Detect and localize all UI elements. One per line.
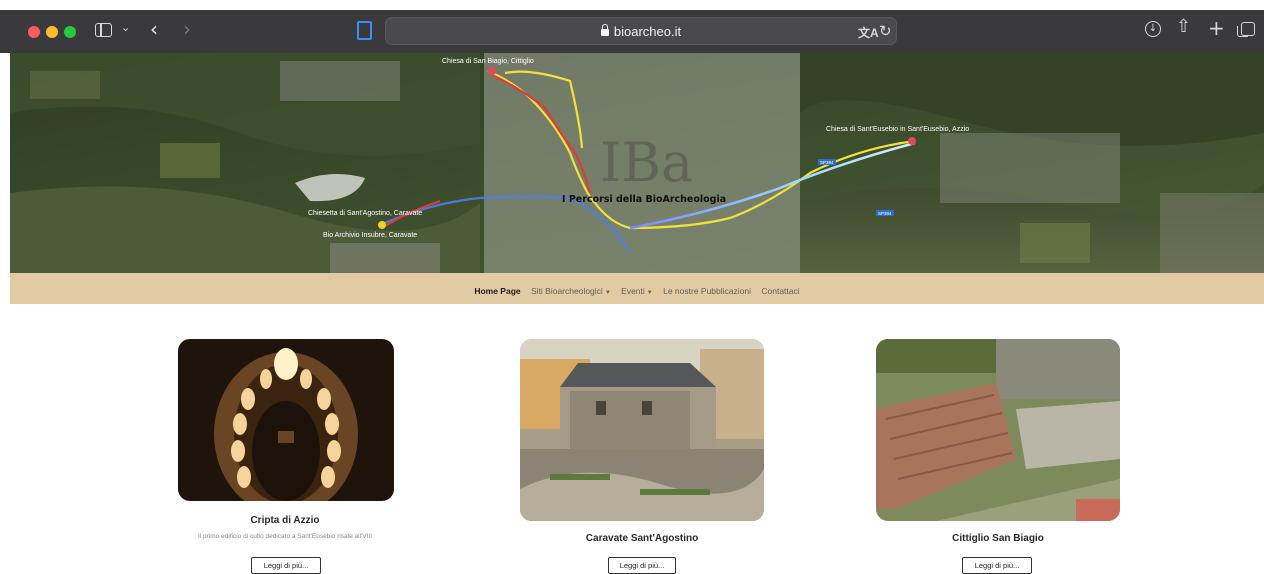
read-more-button[interactable]: Leggi di più... bbox=[251, 557, 321, 574]
card-title: Caravate Sant'Agostino bbox=[585, 533, 699, 544]
road-sign-sp394-a: SP394 bbox=[820, 160, 834, 165]
site-title: I Percorsi della BioArcheologia bbox=[562, 194, 726, 205]
nav-eventi[interactable]: Eventi ▼ bbox=[621, 286, 653, 296]
nav-siti-bioarcheologici[interactable]: Siti Bioarcheologici ▼ bbox=[531, 286, 611, 296]
minimize-window-button[interactable] bbox=[46, 26, 58, 38]
card-image-roof[interactable] bbox=[876, 339, 1120, 521]
nav-contattaci-label: Contattaci bbox=[761, 286, 800, 296]
card-title: Cittiglio San Biagio bbox=[952, 533, 1044, 544]
caret-down-icon: ▼ bbox=[646, 290, 653, 296]
hero-map-banner: IBa Chiesa di San Biagio, Cittiglio Chie… bbox=[10, 53, 1264, 273]
share-icon[interactable]: ⇧ bbox=[1176, 18, 1191, 36]
card-caravate-sant-agostino: Caravate Sant'Agostino Leggi di più... bbox=[520, 339, 764, 574]
close-window-button[interactable] bbox=[28, 26, 40, 38]
chevron-down-icon[interactable]: ⌄ bbox=[121, 22, 130, 33]
reload-icon[interactable]: ↻ bbox=[879, 22, 892, 40]
nav-pubblicazioni-label: Le nostre Pubblicazioni bbox=[663, 286, 751, 296]
browser-toolbar: ⌄ ‹ › bioarcheo.it 文A ↻ ↓ ⇧ + bbox=[0, 10, 1264, 53]
ipba-logo: IBa bbox=[600, 131, 693, 194]
url-text: bioarcheo.it bbox=[613, 24, 682, 39]
card-cittiglio-san-biagio: Cittiglio San Biagio Leggi di più... bbox=[876, 339, 1120, 574]
map-label-san-biagio: Chiesa di San Biagio, Cittiglio bbox=[442, 58, 534, 65]
address-bar[interactable]: bioarcheo.it 文A ↻ bbox=[385, 17, 897, 45]
lock-icon bbox=[600, 24, 609, 36]
sidebar-toggle-icon[interactable] bbox=[95, 23, 112, 37]
map-label-sant-eusebio: Chiesa di Sant'Eusebio in Sant'Eusebio, … bbox=[826, 126, 969, 133]
nav-contattaci[interactable]: Contattaci bbox=[761, 286, 799, 296]
tab-overview-icon[interactable] bbox=[1237, 22, 1255, 37]
url-display: bioarcheo.it bbox=[386, 24, 896, 39]
map-label-sant-agostino: Chiesetta di Sant'Agostino, Caravate bbox=[308, 210, 422, 217]
card-title: Cripta di Azzio bbox=[250, 515, 320, 526]
nav-eventi-label: Eventi bbox=[621, 286, 645, 296]
nav-pubblicazioni[interactable]: Le nostre Pubblicazioni bbox=[663, 286, 751, 296]
back-arrow-icon[interactable]: ‹ bbox=[150, 19, 158, 39]
nav-siti-label: Siti Bioarcheologici bbox=[531, 286, 603, 296]
card-cripta-azzio: Cripta di Azzio Il primo edificio di cul… bbox=[160, 339, 410, 574]
caret-down-icon: ▼ bbox=[604, 290, 611, 296]
zoom-window-button[interactable] bbox=[64, 26, 76, 38]
aerial-map-image: IBa Chiesa di San Biagio, Cittiglio Chie… bbox=[10, 53, 1264, 273]
card-image-crypt[interactable] bbox=[178, 339, 394, 501]
nav-home-label: Home Page bbox=[474, 286, 521, 296]
page-document-icon bbox=[357, 21, 372, 40]
main-navbar: Home Page Siti Bioarcheologici ▼ Eventi ▼ … bbox=[10, 273, 1264, 304]
map-label-bio-archivio: Bio Archivio Insubre, Caravate bbox=[323, 232, 417, 239]
card-image-church[interactable] bbox=[520, 339, 764, 521]
forward-arrow-icon[interactable]: › bbox=[183, 19, 191, 39]
nav-home[interactable]: Home Page bbox=[474, 286, 520, 296]
read-more-button[interactable]: Leggi di più... bbox=[608, 557, 676, 574]
translate-icon[interactable]: 文A bbox=[858, 24, 879, 41]
new-tab-icon[interactable]: + bbox=[1208, 18, 1225, 38]
download-icon[interactable]: ↓ bbox=[1145, 21, 1161, 37]
road-sign-sp394-b: SP394 bbox=[878, 211, 892, 216]
read-more-button[interactable]: Leggi di più... bbox=[962, 557, 1032, 574]
card-description: Il primo edificio di culto dedicato a Sa… bbox=[197, 533, 373, 540]
